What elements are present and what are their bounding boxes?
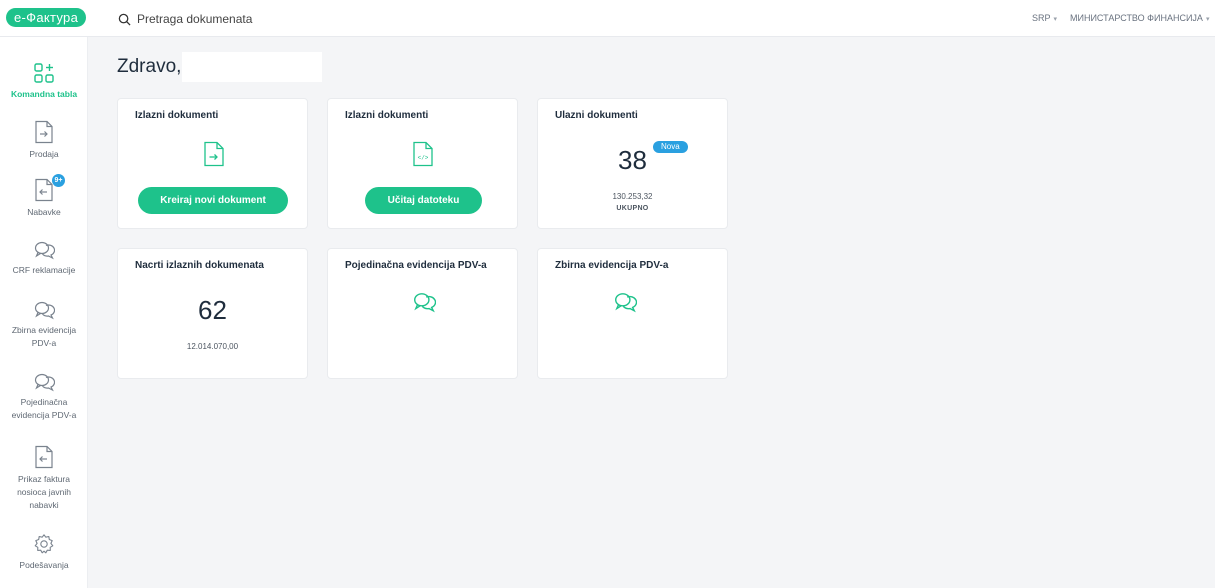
amount-label: UKUPNO xyxy=(616,205,649,212)
create-document-button[interactable]: Kreiraj novi dokument xyxy=(138,187,288,214)
svg-text:</>: </> xyxy=(418,155,429,162)
sidebar-item-zbirna-evidencija[interactable]: Zbirna evidencija PDV-a xyxy=(0,300,88,350)
card-title: Pojedinačna evidencija PDV-a xyxy=(345,260,487,271)
chat-bubbles-icon xyxy=(34,373,55,392)
greeting-heading: Zdravo, xyxy=(117,56,182,77)
drafts-amount: 12.014.070,00 xyxy=(186,342,239,351)
upload-file-button[interactable]: Učitaj datoteku xyxy=(365,187,482,214)
user-name-placeholder xyxy=(182,52,322,82)
sidebar-item-crf-reklamacije[interactable]: CRF reklamacije xyxy=(0,240,88,277)
chevron-down-icon: ▾ xyxy=(1205,16,1210,23)
card-title: Zbirna evidencija PDV-a xyxy=(555,260,669,271)
card-zbirna-evidencija[interactable]: Zbirna evidencija PDV-a xyxy=(537,248,728,379)
chevron-down-icon: ▾ xyxy=(1053,16,1058,23)
card-title: Nacrti izlaznih dokumenata xyxy=(135,260,264,271)
language-selector[interactable]: SRP ▾ xyxy=(1032,13,1057,23)
sidebar-item-label: CRF reklamacije xyxy=(12,265,76,275)
sidebar-item-label: Prodaja xyxy=(29,149,59,159)
document-arrow-right-icon xyxy=(204,141,224,167)
drafts-count: 62 xyxy=(198,295,227,325)
app-logo[interactable]: е-Фактура xyxy=(6,8,87,27)
sidebar-item-podesavanja[interactable]: Podešavanja xyxy=(0,533,88,572)
gear-icon xyxy=(34,534,54,554)
document-code-icon: </> xyxy=(413,141,433,167)
incoming-count: 38 xyxy=(618,145,647,175)
sidebar-item-label: Komandna tabla xyxy=(10,89,78,99)
new-badge: Nova xyxy=(653,141,688,153)
organization-selector[interactable]: МИНИСТАРСТВО ФИНАНСИЈА ▾ xyxy=(1070,13,1209,23)
search-icon xyxy=(118,13,131,26)
card-title: Ulazni dokumenti xyxy=(555,110,638,121)
sidebar-item-prodaja[interactable]: Prodaja xyxy=(0,120,88,161)
dashboard-icon xyxy=(34,63,54,83)
notification-badge: 9+ xyxy=(52,174,65,187)
incoming-amount: 130.253,32 xyxy=(612,192,653,201)
sidebar-item-label: Prikaz faktura nosioca javnih nabavki xyxy=(17,474,71,510)
sidebar-item-label: Zbirna evidencija PDV-a xyxy=(11,325,77,348)
sidebar-item-label: Nabavke xyxy=(27,207,61,217)
sidebar-item-komandna-tabla[interactable]: Komandna tabla xyxy=(0,62,88,101)
card-izlazni-kreiraj: Izlazni dokumenti Kreiraj novi dokument xyxy=(117,98,308,229)
sidebar-item-prikaz-faktura[interactable]: Prikaz faktura nosioca javnih nabavki xyxy=(0,445,88,512)
document-arrow-left-icon xyxy=(35,445,53,469)
document-arrow-right-icon xyxy=(35,120,53,144)
card-pojedinacna-evidencija[interactable]: Pojedinačna evidencija PDV-a xyxy=(327,248,518,379)
language-label: SRP xyxy=(1032,13,1051,23)
chat-bubbles-icon xyxy=(615,293,637,313)
card-title: Izlazni dokumenti xyxy=(135,110,219,121)
sidebar: Komandna tabla Prodaja 9+ Nabavke CRF re… xyxy=(0,37,88,588)
card-ulazni-dokumenti[interactable]: Ulazni dokumenti 38 Nova 130.253,32 UKUP… xyxy=(537,98,728,229)
chat-bubbles-icon xyxy=(34,241,55,260)
search-box[interactable] xyxy=(118,10,437,28)
search-input[interactable] xyxy=(137,12,437,26)
card-izlazni-ucitaj: Izlazni dokumenti </> Učitaj datoteku xyxy=(327,98,518,229)
sidebar-item-pojedinacna-evidencija[interactable]: Pojedinačna evidencija PDV-a xyxy=(0,372,88,422)
organization-label: МИНИСТАРСТВО ФИНАНСИЈА xyxy=(1070,13,1203,23)
sidebar-item-nabavke[interactable]: 9+ Nabavke xyxy=(0,174,88,219)
card-nacrti[interactable]: Nacrti izlaznih dokumenata 62 12.014.070… xyxy=(117,248,308,379)
card-title: Izlazni dokumenti xyxy=(345,110,429,121)
chat-bubbles-icon xyxy=(414,293,436,313)
sidebar-item-label: Pojedinačna evidencija PDV-a xyxy=(11,397,77,420)
chat-bubbles-icon xyxy=(34,301,55,320)
top-bar: е-Фактура SRP▾ МИНИСТАРСТВО ФИНАНСИЈА▾ xyxy=(0,0,1215,37)
sidebar-item-label: Podešavanja xyxy=(19,560,69,570)
